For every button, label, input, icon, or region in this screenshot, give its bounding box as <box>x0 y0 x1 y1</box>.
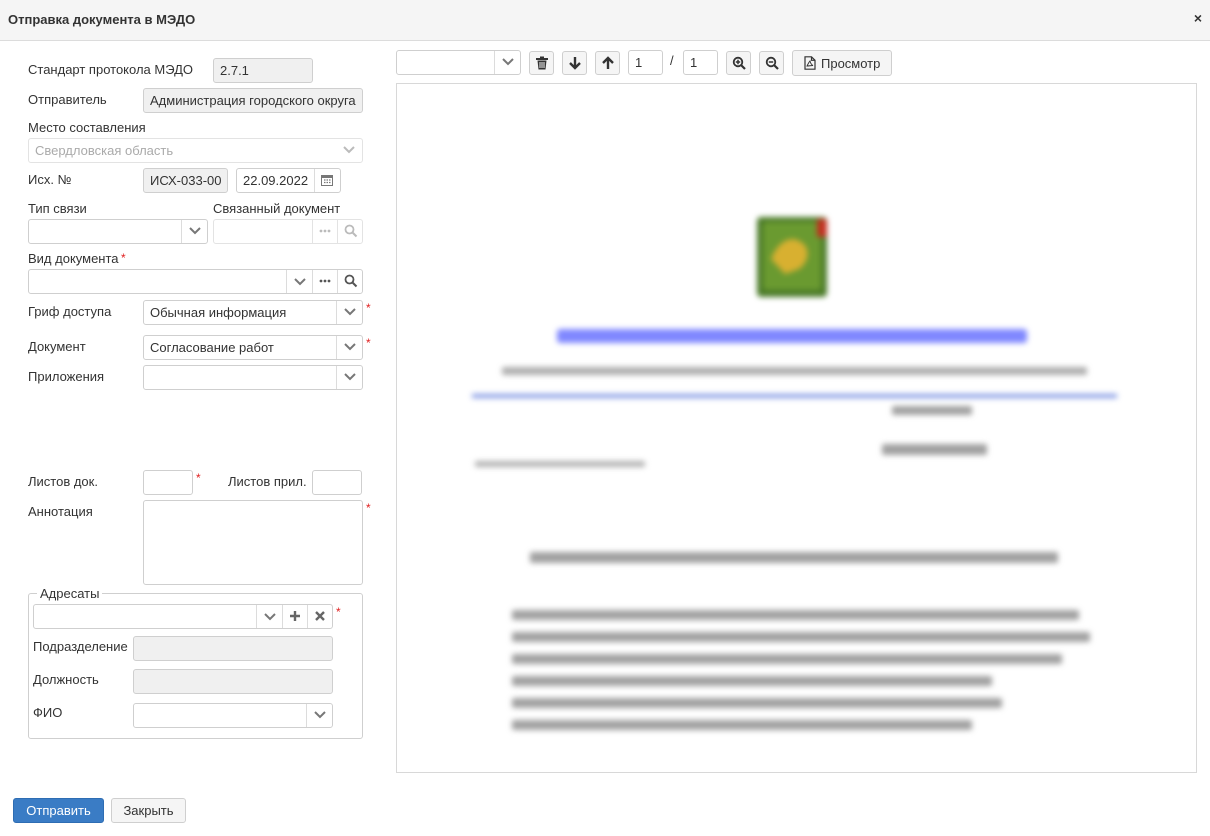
sheets-doc-input[interactable] <box>143 470 193 495</box>
chevron-down-icon[interactable] <box>336 366 362 389</box>
close-icon[interactable]: × <box>1194 10 1202 26</box>
protocol-field: 2.7.1 <box>213 58 313 83</box>
link-type-label: Тип связи <box>28 201 87 216</box>
zoom-out-button[interactable] <box>759 51 784 75</box>
sheets-att-label: Листов прил. <box>228 474 307 489</box>
required-mark: * <box>366 501 371 515</box>
access-select[interactable]: Обычная информация <box>143 300 363 325</box>
chevron-down-icon[interactable] <box>286 270 312 293</box>
pdf-file-icon <box>804 56 816 70</box>
clear-icon[interactable] <box>307 605 332 628</box>
arrow-down-icon <box>569 57 581 70</box>
dialog-title-bar: Отправка документа в МЭДО × <box>0 0 1210 41</box>
access-label: Гриф доступа <box>28 304 112 319</box>
fio-select[interactable] <box>133 703 333 728</box>
dialog-title: Отправка документа в МЭДО <box>8 12 196 27</box>
chevron-down-icon[interactable] <box>336 336 362 359</box>
position-field <box>133 669 333 694</box>
position-label: Должность <box>33 672 99 687</box>
arrow-up-icon <box>602 56 614 69</box>
sheets-doc-label: Листов док. <box>28 474 98 489</box>
calendar-icon[interactable] <box>314 169 340 192</box>
protocol-label: Стандарт протокола МЭДО <box>28 62 194 77</box>
attachments-select[interactable] <box>143 365 363 390</box>
trash-icon <box>536 56 548 70</box>
required-mark: * <box>196 471 201 485</box>
document-label: Документ <box>28 339 86 354</box>
required-mark: * <box>121 251 126 265</box>
page-current-input[interactable]: 1 <box>628 50 663 75</box>
page-separator: / <box>670 53 674 68</box>
zoom-in-icon <box>732 56 746 70</box>
out-number-field: ИСХ-033-00 <box>143 168 228 193</box>
doc-kind-label: Вид документа <box>28 251 119 266</box>
move-down-button[interactable] <box>562 51 587 75</box>
delete-button[interactable] <box>529 51 554 75</box>
move-up-button[interactable] <box>595 51 620 75</box>
attachments-label: Приложения <box>28 369 105 384</box>
recipients-legend: Адресаты <box>37 586 103 601</box>
search-icon[interactable] <box>337 270 362 293</box>
ellipsis-icon <box>312 220 337 243</box>
close-button[interactable]: Закрыть <box>111 798 186 823</box>
linked-doc-label: Связанный документ <box>213 201 341 216</box>
send-button[interactable]: Отправить <box>13 798 104 823</box>
zoom-in-button[interactable] <box>726 51 751 75</box>
annotation-textarea[interactable] <box>143 500 363 585</box>
chevron-down-icon[interactable] <box>336 301 362 324</box>
page-total-field: 1 <box>683 50 718 75</box>
required-mark: * <box>336 605 341 619</box>
department-label: Подразделение <box>33 639 128 654</box>
preview-label: Просмотр <box>821 56 881 71</box>
chevron-down-icon[interactable] <box>494 51 520 74</box>
link-type-select[interactable] <box>28 219 208 244</box>
zoom-out-icon <box>765 56 779 70</box>
chevron-down-icon[interactable] <box>256 605 282 628</box>
doc-kind-select[interactable] <box>28 269 363 294</box>
chevron-down-icon[interactable] <box>181 220 207 243</box>
chevron-down-icon[interactable] <box>306 704 332 727</box>
addressee-select[interactable] <box>33 604 333 629</box>
out-number-label: Исх. № <box>28 172 72 187</box>
document-preview-image <box>397 84 1196 772</box>
file-select[interactable] <box>396 50 521 75</box>
required-mark: * <box>366 301 371 315</box>
ellipsis-icon[interactable] <box>312 270 337 293</box>
preview-button[interactable]: Просмотр <box>792 50 892 76</box>
plus-icon[interactable] <box>282 605 307 628</box>
linked-doc-field <box>213 219 363 244</box>
chevron-down-icon <box>336 139 362 162</box>
document-select[interactable]: Согласование работ <box>143 335 363 360</box>
sheets-att-input[interactable] <box>312 470 362 495</box>
document-viewer <box>396 83 1197 773</box>
search-icon <box>337 220 362 243</box>
place-select: Свердловская область <box>28 138 363 163</box>
department-field <box>133 636 333 661</box>
required-mark: * <box>366 336 371 350</box>
place-label: Место составления <box>28 120 146 135</box>
annotation-label: Аннотация <box>28 504 93 519</box>
sender-label: Отправитель <box>28 92 107 107</box>
out-date-field[interactable]: 22.09.2022 <box>236 168 341 193</box>
sender-field: Администрация городского округа <box>143 88 363 113</box>
fio-label: ФИО <box>33 705 63 720</box>
